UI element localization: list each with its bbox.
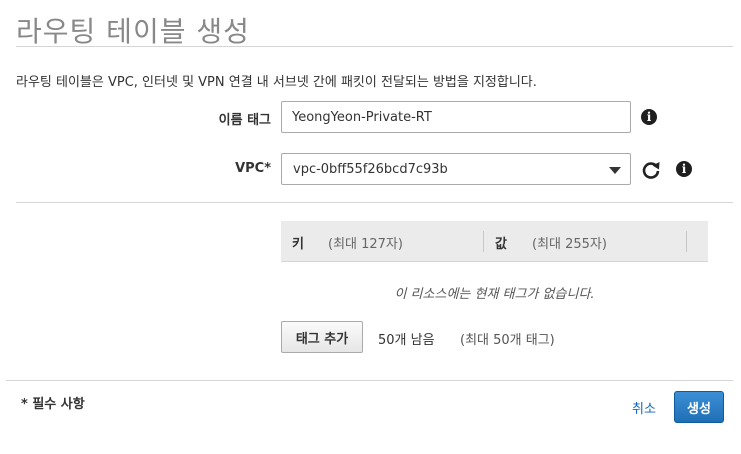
- required-note: * 필수 사항: [21, 397, 85, 412]
- tags-empty-message: 이 리소스에는 현재 태그가 없습니다.: [394, 287, 595, 302]
- vpc-label: VPC*: [235, 161, 271, 176]
- value-column-header: 값: [495, 237, 507, 252]
- info-icon[interactable]: i: [676, 161, 692, 177]
- vpc-select[interactable]: vpc-0bff55f26bcd7c93b: [281, 153, 631, 185]
- tags-max-hint: (최대 50개 태그): [460, 333, 555, 348]
- column-divider: [686, 231, 687, 252]
- info-icon[interactable]: i: [641, 109, 657, 125]
- page-title: 라우팅 테이블 생성: [16, 15, 250, 48]
- footer-divider: [6, 380, 733, 381]
- name-tag-input[interactable]: [281, 101, 631, 133]
- key-column-hint: (최대 127자): [328, 237, 403, 252]
- name-tag-label: 이름 태그: [218, 113, 271, 128]
- title-divider: [16, 46, 733, 47]
- add-tag-button[interactable]: 태그 추가: [281, 321, 363, 353]
- tags-remaining-count: 50개 남음: [378, 333, 435, 348]
- page-description: 라우팅 테이블은 VPC, 인터넷 및 VPN 연결 내 서브넷 간에 패킷이 …: [16, 75, 537, 90]
- column-divider: [483, 231, 484, 252]
- value-column-hint: (최대 255자): [532, 237, 607, 252]
- vpc-select-value: vpc-0bff55f26bcd7c93b: [293, 162, 448, 177]
- refresh-icon[interactable]: [641, 160, 661, 180]
- chevron-down-icon: [609, 167, 621, 174]
- cancel-button[interactable]: 취소: [632, 398, 656, 417]
- key-column-header: 키: [292, 237, 304, 252]
- section-divider: [16, 202, 733, 203]
- create-button[interactable]: 생성: [674, 391, 724, 423]
- tags-table-header: 키 (최대 127자) 값 (최대 255자): [281, 221, 708, 262]
